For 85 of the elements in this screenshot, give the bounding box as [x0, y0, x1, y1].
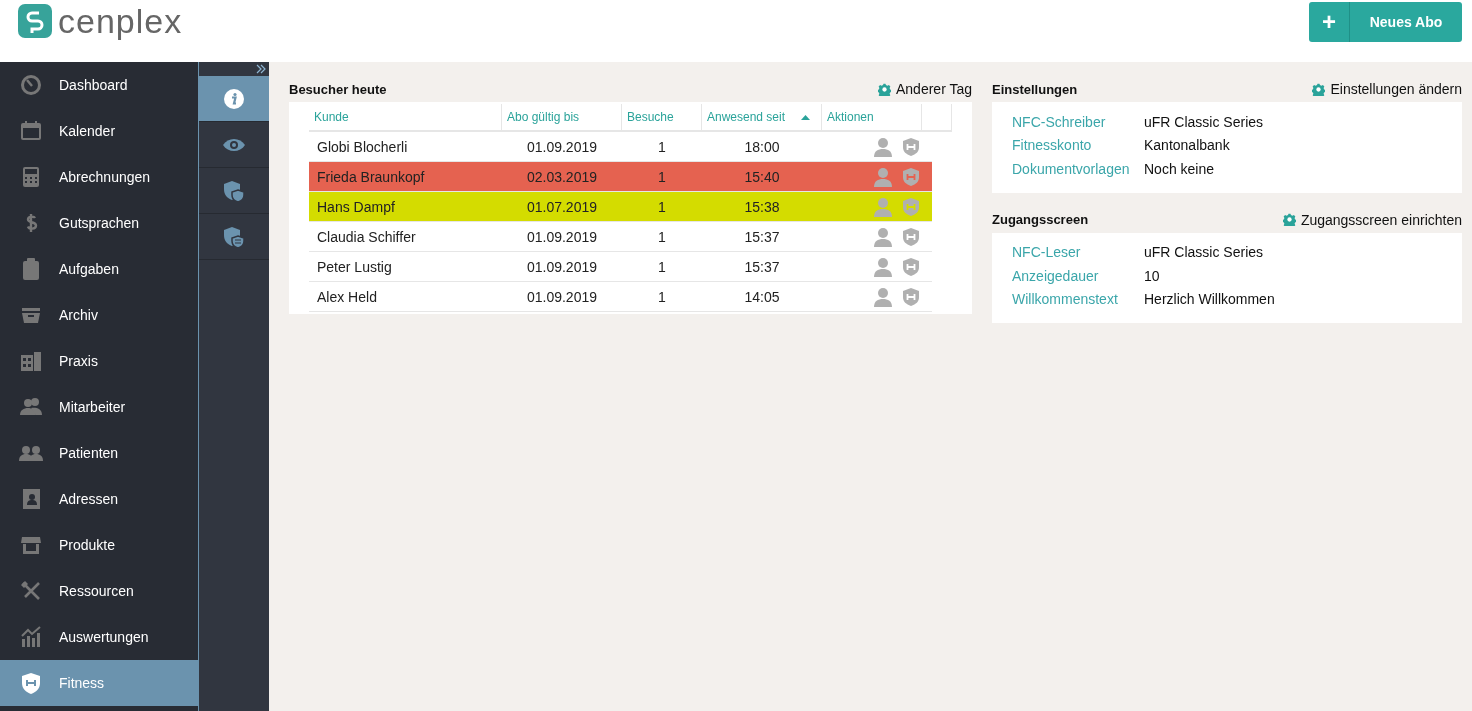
sidebar-icon [19, 119, 43, 143]
sidebar-item[interactable]: Kalender [0, 108, 198, 154]
table-cell-text: 1 [657, 228, 667, 245]
table-row[interactable]: Frieda Braunkopf 02.03.2019 1 15:40 [309, 162, 932, 192]
field-value: Herzlich Willkommen [1144, 291, 1275, 308]
shield-icon[interactable] [903, 227, 919, 246]
table-cell-text: 01.09.2019 [525, 228, 598, 245]
person-icon[interactable] [874, 256, 892, 277]
person-icon[interactable] [874, 136, 892, 157]
sidebar-item[interactable]: Gutsprachen [0, 200, 198, 246]
table-cell-text: 15:37 [743, 228, 781, 245]
settings-icon [1312, 82, 1326, 96]
table-cell-text: 02.03.2019 [525, 168, 598, 185]
table-row[interactable]: Hans Dampf 01.07.2019 1 15:38 [309, 192, 932, 222]
table-cell-text: Globi Blocherli [316, 138, 409, 155]
field-label: NFC-Schreiber [1012, 113, 1107, 130]
table-cell-text: 01.09.2019 [525, 138, 598, 155]
person-icon[interactable] [874, 286, 892, 307]
table-cell-text: 18:00 [743, 138, 781, 155]
field-label: Willkommenstext [1012, 291, 1119, 308]
table-cell-text: Alex Held [316, 288, 378, 305]
table-cell-text: 01.07.2019 [525, 198, 598, 215]
sidebar-item[interactable]: Adressen [0, 476, 198, 522]
sidebar-item[interactable]: Auswertungen [0, 614, 198, 660]
person-icon[interactable] [874, 196, 892, 217]
sidebar-item[interactable]: Ressourcen [0, 568, 198, 614]
settings-icon [878, 82, 891, 96]
sidebar-item[interactable]: Aufgaben [0, 246, 198, 292]
shield-icon[interactable] [903, 257, 919, 276]
table-cell-text: 1 [657, 288, 667, 305]
sidebar-icon [19, 671, 43, 695]
table-cell-text: Frieda Braunkopf [316, 168, 426, 185]
section-title: Zugangsscreen [992, 212, 1089, 227]
other-day-link[interactable]: Anderer Tag [878, 81, 972, 97]
table-cell-text: Hans Dampf [316, 198, 396, 215]
table-cell-text: 15:40 [743, 168, 781, 185]
table-cell-text: 1 [657, 198, 667, 215]
table-cell-text: 01.09.2019 [525, 288, 598, 305]
table-cell-text: Peter Lustig [316, 258, 393, 275]
person-icon[interactable] [874, 166, 892, 187]
subnav-tab[interactable] [199, 76, 269, 122]
sidebar-icon [19, 625, 43, 649]
setup-access-screen-link[interactable]: Zugangsscreen einrichten [1282, 211, 1462, 228]
sidebar-item[interactable]: Dashboard [0, 62, 198, 108]
field-label: Dokumentvorlagen [1012, 160, 1131, 177]
sidebar-icon [19, 73, 43, 97]
logo-icon [18, 4, 52, 38]
field-value: uFR Classic Series [1144, 113, 1264, 130]
sidebar-icon [19, 349, 43, 373]
table-cell-text: 1 [657, 258, 667, 275]
sidebar-item[interactable]: Patienten [0, 430, 198, 476]
table-cell-text: 15:38 [743, 198, 781, 215]
table-cell-text: 15:37 [743, 258, 781, 275]
section-title: Besucher heute [289, 81, 387, 97]
table-cell-text: 1 [657, 138, 667, 155]
person-icon[interactable] [874, 226, 892, 247]
shield-icon [223, 179, 245, 202]
field-value: Kantonalbank [1144, 137, 1230, 154]
field-value: uFR Classic Series [1144, 244, 1264, 261]
shield-icon[interactable] [903, 137, 919, 156]
shield-icon[interactable] [903, 197, 919, 216]
sidebar-item[interactable]: Mitarbeiter [0, 384, 198, 430]
change-settings-link[interactable]: Einstellungen ändern [1312, 81, 1462, 97]
shield-icon[interactable] [903, 167, 919, 186]
sidebar-item[interactable]: Praxis [0, 338, 198, 384]
field-label: Fitnesskonto [1012, 137, 1093, 154]
sidebar-item[interactable]: Abrechnungen [0, 154, 198, 200]
shield-list-icon [223, 225, 245, 248]
table-cell-text: 01.09.2019 [525, 258, 598, 275]
settings-icon [1282, 213, 1296, 226]
table-cell-text: 1 [657, 168, 667, 185]
logo-text: cenplex [58, 4, 183, 38]
sidebar-item[interactable]: Produkte [0, 522, 198, 568]
collapse-icon[interactable] [256, 64, 266, 74]
field-label: Anzeigedauer [1012, 267, 1100, 284]
field-label: NFC-Leser [1012, 244, 1082, 261]
info-icon [223, 87, 245, 110]
table-cell-text: 14:05 [743, 288, 781, 305]
field-value: 10 [1144, 267, 1160, 284]
table-cell-text: Claudia Schiffer [316, 228, 417, 245]
eye-icon [222, 136, 246, 153]
section-title: Einstellungen [992, 81, 1078, 97]
field-value: Noch keine [1144, 160, 1215, 177]
shield-icon[interactable] [903, 287, 919, 306]
sidebar-item[interactable]: Archiv [0, 292, 198, 338]
